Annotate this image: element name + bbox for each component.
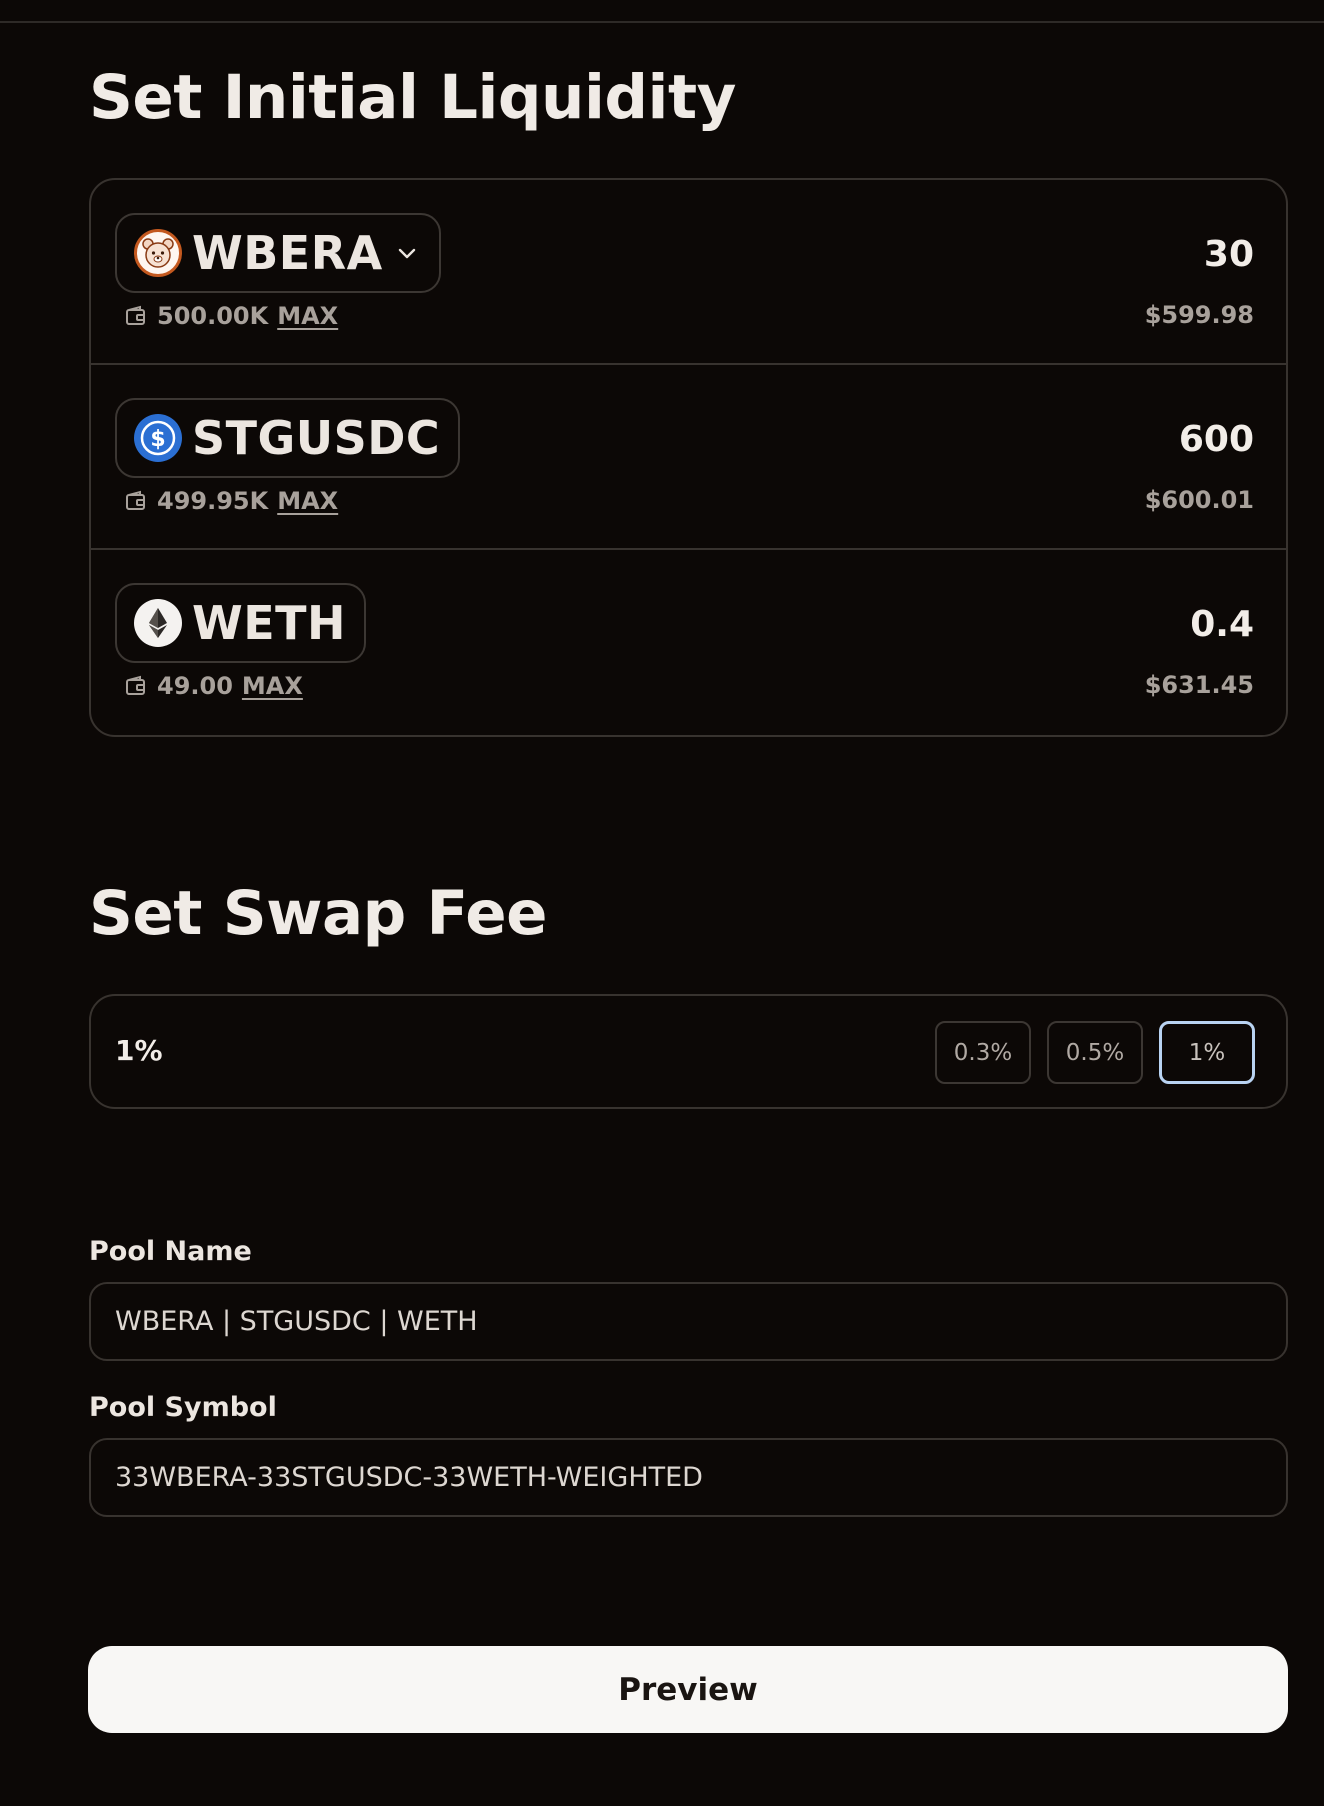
swap-fee-input[interactable]: 1% <box>115 1034 163 1067</box>
token-balance: 49.00 MAX <box>125 672 303 700</box>
fee-option-0-3[interactable]: 0.3% <box>935 1021 1031 1084</box>
amount-input[interactable]: 30 <box>1204 234 1254 275</box>
token-selector-stgusdc[interactable]: $ STGUSDC <box>115 398 461 478</box>
amount-input[interactable]: 0.4 <box>1190 604 1254 645</box>
token-selector-wbera[interactable]: WBERA <box>115 213 441 293</box>
balance-value: 500.00K <box>157 302 269 330</box>
liquidity-title: Set Initial Liquidity <box>89 62 736 133</box>
usd-value: $599.98 <box>1144 301 1254 329</box>
create-pool-page: Set Initial Liquidity WBERA 500.00K MAX … <box>0 0 1324 1806</box>
svg-text:$: $ <box>150 427 165 452</box>
token-balance: 499.95K MAX <box>125 487 338 515</box>
liquidity-card: WBERA 500.00K MAX 30 $599.98 $ STGUSDC 4… <box>89 178 1288 737</box>
pool-name-label: Pool Name <box>89 1236 252 1267</box>
top-divider <box>0 21 1324 23</box>
bear-icon <box>134 229 182 277</box>
swap-fee-card: 1% 0.3% 0.5% 1% <box>89 994 1288 1109</box>
fee-option-1[interactable]: 1% <box>1159 1021 1255 1084</box>
chevron-down-icon <box>395 240 421 266</box>
amount-input[interactable]: 600 <box>1179 419 1254 460</box>
wallet-icon <box>125 490 147 512</box>
balance-value: 499.95K <box>157 487 269 515</box>
token-row-weth: WETH 49.00 MAX 0.4 $631.45 <box>91 550 1286 735</box>
wallet-icon <box>125 305 147 327</box>
usd-value: $600.01 <box>1144 486 1254 514</box>
balance-value: 49.00 <box>157 672 233 700</box>
usdc-icon: $ <box>134 414 182 462</box>
max-button[interactable]: MAX <box>277 302 338 330</box>
fee-options: 0.3% 0.5% 1% <box>919 1021 1255 1084</box>
max-button[interactable]: MAX <box>277 487 338 515</box>
token-symbol: STGUSDC <box>192 411 441 465</box>
preview-button[interactable]: Preview <box>88 1646 1288 1733</box>
token-selector-weth[interactable]: WETH <box>115 583 367 663</box>
fee-option-0-5[interactable]: 0.5% <box>1047 1021 1143 1084</box>
max-button[interactable]: MAX <box>242 672 303 700</box>
token-row-wbera: WBERA 500.00K MAX 30 $599.98 <box>91 180 1286 365</box>
pool-symbol-label: Pool Symbol <box>89 1392 277 1423</box>
token-row-stgusdc: $ STGUSDC 499.95K MAX 600 $600.01 <box>91 365 1286 550</box>
swap-fee-title: Set Swap Fee <box>89 878 548 949</box>
wallet-icon <box>125 675 147 697</box>
usd-value: $631.45 <box>1144 671 1254 699</box>
token-symbol: WETH <box>192 596 347 650</box>
token-symbol: WBERA <box>192 226 383 280</box>
pool-name-field[interactable]: WBERA | STGUSDC | WETH <box>89 1282 1288 1361</box>
ethereum-icon <box>134 599 182 647</box>
token-balance: 500.00K MAX <box>125 302 338 330</box>
pool-symbol-field[interactable]: 33WBERA-33STGUSDC-33WETH-WEIGHTED <box>89 1438 1288 1517</box>
